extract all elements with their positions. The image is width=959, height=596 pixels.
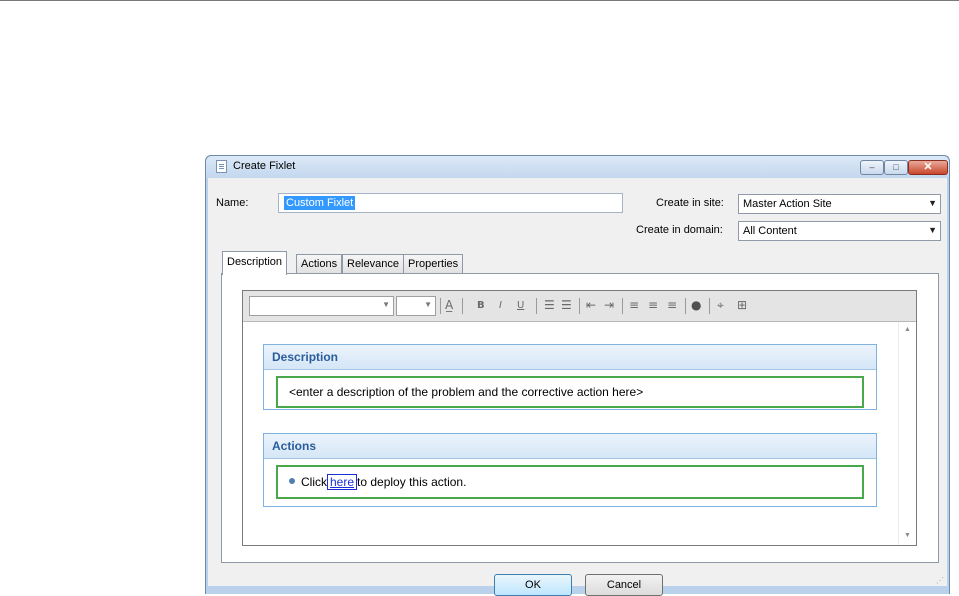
dialog-title: Create Fixlet [233,160,296,172]
description-section: Description <enter a description of the … [263,344,877,410]
toolbar-separator [462,298,463,314]
toolbar-separator [579,298,580,314]
description-text-field[interactable]: <enter a description of the problem and … [276,376,864,408]
indent-icon[interactable]: ⇥ [604,298,614,312]
domain-label: Create in domain: [636,224,723,236]
maximize-button[interactable]: □ [884,160,908,175]
toolbar-separator [622,298,623,314]
description-section-header: Description [264,345,876,370]
action-text-before: Click [301,475,327,489]
action-text-after: to deploy this action. [357,475,467,489]
dialog-body: Name: Custom Fixlet Create in site: Mast… [208,178,947,596]
create-fixlet-dialog: Create Fixlet – □ ✕ Name: Custom Fixlet … [205,155,950,596]
underline-icon[interactable]: U [517,300,524,311]
font-family-select[interactable]: ▼ [249,296,394,316]
tab-description[interactable]: Description [222,251,288,275]
rich-text-editor: ▼ ▼ A̲ B I U ☰ ☰ ⇤ ⇥ ≡ ≡ ≡ ● ⌖ ⊞ Descrip… [242,290,917,546]
align-right-icon[interactable]: ≡ [667,298,677,312]
editor-content[interactable]: Description <enter a description of the … [243,322,898,545]
deploy-action-link[interactable]: here [327,474,358,490]
numbered-list-icon[interactable]: ☰ [544,298,555,312]
cancel-button[interactable]: Cancel [585,574,663,596]
chevron-down-icon: ▼ [382,300,390,309]
site-label: Create in site: [656,197,724,209]
editor-scrollbar[interactable]: ▲ ▼ [898,322,916,545]
tab-relevance[interactable]: Relevance [342,254,404,274]
description-tab-panel: ▼ ▼ A̲ B I U ☰ ☰ ⇤ ⇥ ≡ ≡ ≡ ● ⌖ ⊞ Descrip… [221,273,939,563]
name-input[interactable]: Custom Fixlet [278,193,623,213]
scroll-down-icon[interactable]: ▼ [904,532,911,539]
chevron-down-icon: ▼ [928,225,937,235]
scroll-up-icon[interactable]: ▲ [904,326,911,333]
insert-table-icon[interactable]: ⊞ [737,298,747,312]
toolbar-separator [440,298,441,314]
toolbar-separator [685,298,686,314]
editor-toolbar: ▼ ▼ A̲ B I U ☰ ☰ ⇤ ⇥ ≡ ≡ ≡ ● ⌖ ⊞ [243,291,916,322]
chevron-down-icon: ▼ [928,198,937,208]
site-dropdown[interactable]: Master Action Site ▼ [738,194,941,214]
toolbar-separator [536,298,537,314]
font-size-select[interactable]: ▼ [396,296,436,316]
italic-icon[interactable]: I [499,300,502,311]
site-value: Master Action Site [743,198,832,210]
bullet-list-icon[interactable]: ☰ [561,298,572,312]
clean-format-icon[interactable]: ⌖ [717,298,724,313]
bold-icon[interactable]: B [477,300,485,311]
insert-link-icon[interactable]: ● [691,298,701,312]
top-divider [0,0,959,1]
ok-button[interactable]: OK [494,574,572,596]
chevron-down-icon: ▼ [424,300,432,309]
toolbar-separator [709,298,710,314]
actions-section-header: Actions [264,434,876,459]
title-bar[interactable]: Create Fixlet – □ ✕ [206,156,949,178]
name-value: Custom Fixlet [284,196,356,210]
name-label: Name: [216,197,249,209]
align-left-icon[interactable]: ≡ [629,298,639,312]
domain-dropdown[interactable]: All Content ▼ [738,221,941,241]
domain-value: All Content [743,225,797,237]
outdent-icon[interactable]: ⇤ [586,298,596,312]
document-icon [216,160,227,173]
bullet-icon [289,477,295,484]
font-color-icon[interactable]: A̲ [445,298,453,312]
actions-section: Actions Click here to deploy this action. [263,433,877,507]
tab-properties[interactable]: Properties [403,254,464,274]
align-center-icon[interactable]: ≡ [648,298,658,312]
minimize-button[interactable]: – [860,160,884,175]
close-button[interactable]: ✕ [908,160,948,175]
resize-grip-icon[interactable]: ⋰ [936,576,944,585]
action-text-field[interactable]: Click here to deploy this action. [276,465,864,499]
tab-actions[interactable]: Actions [296,254,343,274]
